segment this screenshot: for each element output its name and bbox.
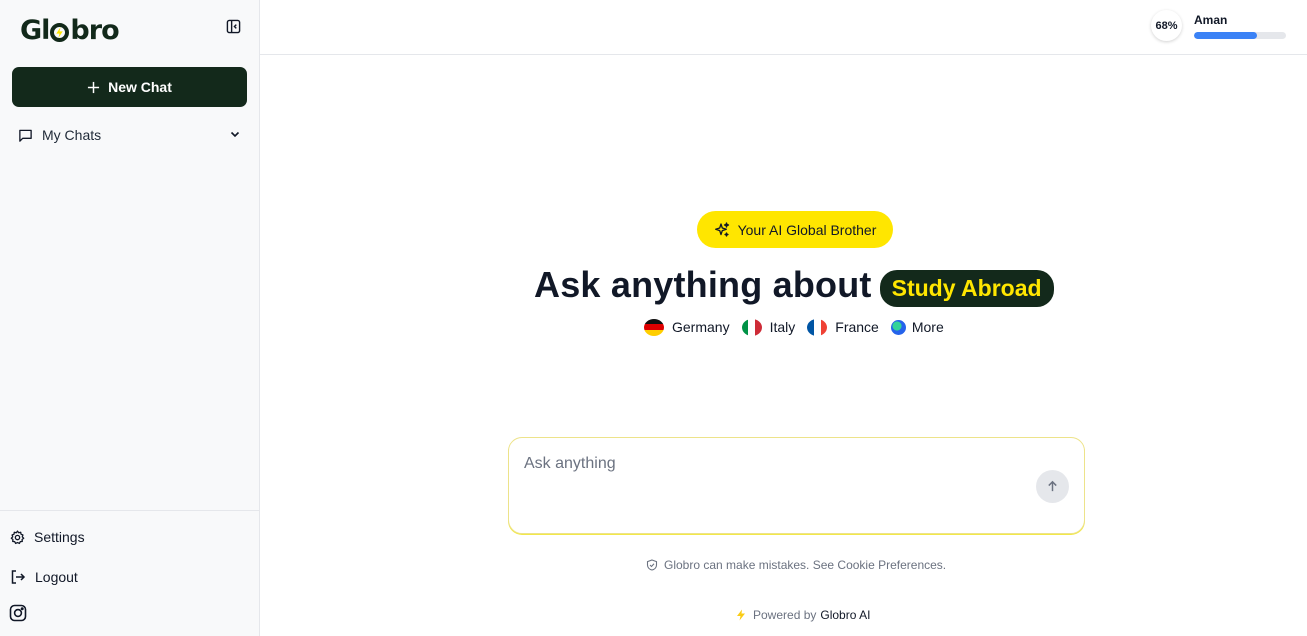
arrow-up-icon	[1048, 480, 1057, 492]
chat-bubble-icon	[19, 129, 32, 142]
usage-progress-bar	[1194, 32, 1286, 39]
logo-prefix: Gl	[20, 14, 50, 46]
top-header: 68% Aman	[260, 0, 1307, 55]
country-label: More	[911, 319, 944, 335]
page-headline: Ask anything about Study Abroad	[534, 264, 1054, 307]
settings-link[interactable]: Settings	[10, 526, 210, 548]
logout-link[interactable]: Logout	[10, 566, 210, 588]
country-france[interactable]: France	[807, 318, 879, 336]
instagram-link[interactable]	[9, 604, 27, 622]
sidebar: Gl bro New Chat My Chats Settings Logout	[0, 0, 260, 636]
italy-flag-icon	[741, 318, 762, 336]
tagline-text: Your AI Global Brother	[737, 221, 877, 238]
sparkles-icon	[714, 221, 729, 237]
new-chat-label: New Chat	[108, 79, 172, 95]
country-germany[interactable]: Germany	[644, 318, 730, 336]
powered-prefix: Powered by	[753, 608, 817, 622]
prompt-box	[508, 437, 1085, 534]
headline-highlight: Study Abroad	[879, 269, 1054, 307]
send-button[interactable]	[1036, 470, 1069, 503]
sidebar-toggle-icon	[226, 19, 240, 33]
country-chips: Germany Italy France More	[644, 317, 956, 337]
country-label: Germany	[672, 319, 730, 335]
headline-text: Ask anything about	[534, 264, 872, 305]
country-label: France	[835, 319, 879, 335]
globro-logo[interactable]: Gl bro	[20, 13, 120, 47]
sidebar-divider	[0, 510, 259, 511]
powered-brand[interactable]: Globro AI	[820, 608, 870, 622]
shield-check-icon	[646, 559, 658, 571]
my-chats-label: My Chats	[42, 127, 102, 143]
country-more[interactable]: More	[890, 319, 944, 335]
disclaimer-text: Globro can make mistakes. See Cookie Pre…	[664, 558, 947, 572]
france-flag-icon	[807, 318, 828, 336]
powered-by: Powered by Globro AI	[735, 607, 870, 623]
user-name[interactable]: Aman	[1194, 13, 1227, 27]
usage-percent-badge: 68%	[1151, 10, 1182, 41]
logout-icon	[11, 570, 26, 584]
bolt-icon	[737, 609, 745, 621]
new-chat-button[interactable]: New Chat	[12, 67, 247, 107]
gear-icon	[10, 529, 25, 544]
logo-suffix: bro	[70, 14, 119, 46]
plus-icon	[88, 81, 100, 93]
settings-label: Settings	[34, 529, 85, 545]
chevron-down-icon	[230, 131, 240, 138]
collapse-sidebar-button[interactable]	[224, 17, 242, 35]
country-label: Italy	[769, 319, 796, 335]
prompt-input[interactable]	[524, 455, 1024, 473]
app-root: Gl bro New Chat My Chats Settings Logout…	[0, 0, 1307, 636]
tagline-badge: Your AI Global Brother	[697, 211, 893, 248]
globe-icon	[890, 319, 906, 335]
usage-progress-fill	[1194, 32, 1257, 39]
logout-label: Logout	[35, 569, 78, 585]
country-italy[interactable]: Italy	[741, 318, 796, 336]
germany-flag-icon	[644, 318, 664, 336]
logo-bolt-icon	[50, 22, 70, 42]
my-chats-toggle[interactable]: My Chats	[12, 122, 247, 148]
instagram-icon	[9, 604, 27, 622]
disclaimer: Globro can make mistakes. See Cookie Pre…	[646, 557, 946, 573]
